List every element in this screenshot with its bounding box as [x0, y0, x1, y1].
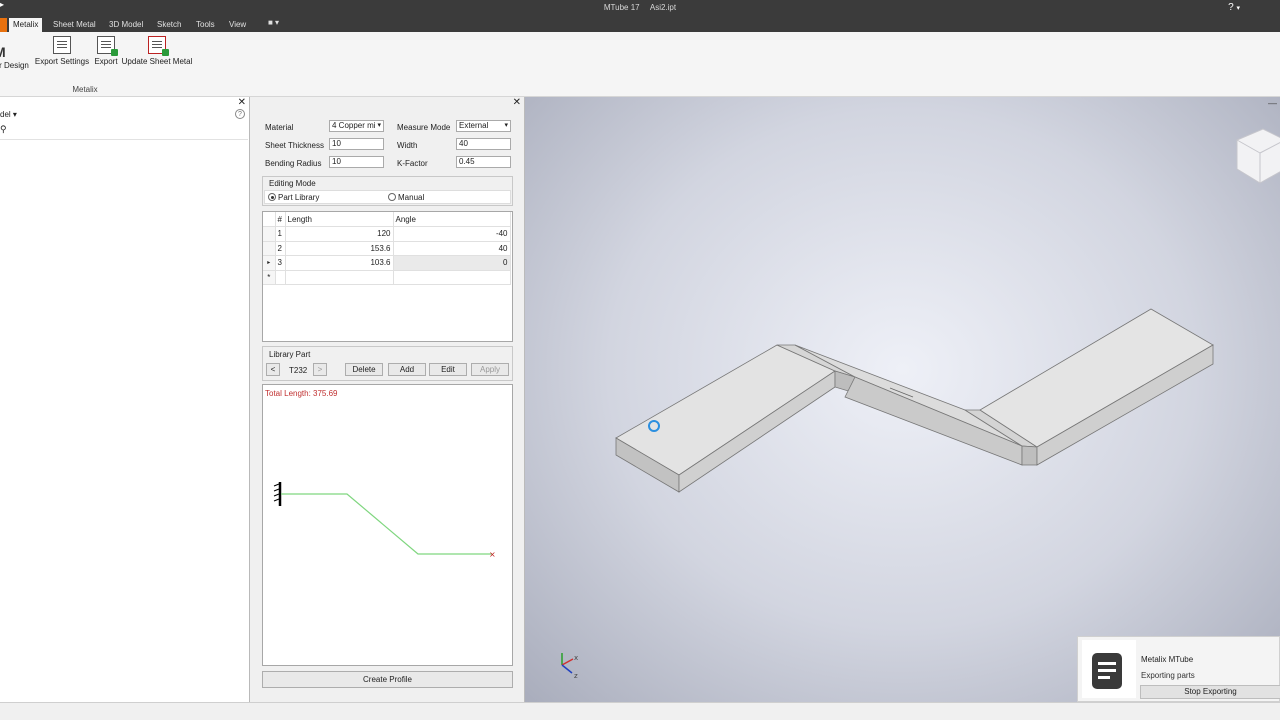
library-part-title: Library Part — [269, 350, 311, 359]
prev-part-button[interactable]: < — [266, 363, 280, 376]
update-sheet-metal-button[interactable]: Update Sheet Metal — [120, 36, 194, 66]
end-marker-icon: × — [489, 550, 496, 559]
table-row[interactable]: 2 153.6 40 — [263, 241, 511, 256]
bending-radius-label: Bending Radius — [265, 159, 322, 168]
create-profile-button[interactable]: Create Profile — [262, 671, 513, 688]
chevron-down-icon: ▾ — [377, 122, 381, 129]
material-select[interactable]: 4 Copper mi ▾ — [329, 120, 384, 132]
col-length-header: Length — [285, 212, 394, 227]
width-label: Width — [397, 141, 418, 150]
kfactor-label: K-Factor — [397, 159, 428, 168]
radio-part-library[interactable]: Part Library — [268, 193, 319, 202]
radio-empty-icon — [388, 193, 396, 201]
profile-preview: Total Length: 375.69 × — [262, 384, 513, 666]
new-row-icon: * — [263, 270, 276, 285]
editing-mode-group: Editing Mode Part Library Manual — [262, 176, 513, 206]
col-index-header: # — [275, 212, 286, 227]
axis-triad-icon: x z — [561, 653, 578, 680]
measure-mode-select[interactable]: External ▾ — [456, 120, 511, 132]
sheet-thickness-input[interactable]: 10 — [329, 138, 384, 150]
next-part-button[interactable]: > — [313, 363, 327, 376]
browser-header[interactable]: del ▾ — [0, 110, 17, 119]
fixed-end-icon — [273, 482, 282, 506]
ribbon-tabs: Metalix Sheet Metal 3D Model Sketch Tool… — [0, 17, 1280, 32]
tab-metalix[interactable]: Metalix — [9, 18, 43, 32]
delete-button[interactable]: Delete — [345, 363, 383, 376]
help-circle-icon[interactable]: ? — [235, 109, 245, 119]
angle-cell[interactable]: 0 — [393, 255, 511, 271]
tab-sheet-metal[interactable]: Sheet Metal — [49, 18, 100, 32]
tab-sketch[interactable]: Sketch — [153, 18, 185, 32]
camera-icon[interactable]: ■ ▾ — [268, 18, 279, 27]
length-cell[interactable]: 103.6 — [285, 255, 394, 271]
export-button[interactable]: Export — [92, 36, 120, 66]
update-sheet-metal-icon — [148, 36, 169, 56]
export-settings-icon — [53, 36, 71, 54]
editing-mode-title: Editing Mode — [269, 179, 316, 188]
close-icon[interactable]: ✕ — [238, 97, 246, 108]
design-button[interactable]: M r Design — [0, 36, 32, 70]
col-angle-header: Angle — [393, 212, 511, 227]
help-icon[interactable]: ? ▾ — [1228, 2, 1240, 13]
file-name: Asi2.ipt — [649, 3, 677, 12]
width-input[interactable]: 40 — [456, 138, 511, 150]
ribbon-panel: M r Design Export Settings Export Update… — [0, 32, 1280, 97]
notification-message: Exporting parts — [1141, 671, 1195, 680]
edit-button[interactable]: Edit — [429, 363, 467, 376]
close-icon[interactable]: ✕ — [513, 97, 521, 108]
profile-line — [281, 493, 492, 555]
add-button[interactable]: Add — [388, 363, 426, 376]
svg-text:x: x — [574, 654, 578, 662]
notification-title: Metalix MTube — [1141, 655, 1194, 664]
export-notification: Metalix MTube Exporting parts Stop Expor… — [1077, 636, 1280, 702]
search-icon[interactable]: ⚲ — [0, 124, 7, 135]
view-cube-icon[interactable] — [1236, 128, 1280, 184]
part-code: T232 — [289, 366, 308, 375]
tab-view[interactable]: View — [225, 18, 250, 32]
chevron-down-icon: ▾ — [504, 122, 508, 129]
segment-grid: # Length Angle 1 120 -40 2 153.6 40 ▸ 3 … — [262, 211, 513, 342]
table-row[interactable]: 1 120 -40 — [263, 226, 511, 242]
file-menu-button[interactable] — [0, 18, 7, 32]
kfactor-input[interactable]: 0.45 — [456, 156, 511, 168]
title-bar: ▸ MTube 17 Asi2.ipt ? ▾ — [0, 0, 1280, 17]
metalix-panel: ✕ Material 4 Copper mi ▾ Measure Mode Ext… — [251, 97, 525, 702]
ribbon-group-label: Metalix — [72, 85, 98, 94]
radio-selected-icon — [268, 193, 276, 201]
angle-cell[interactable]: 40 — [393, 241, 511, 256]
profile-sketch: × — [273, 482, 496, 559]
measure-mode-label: Measure Mode — [397, 123, 451, 132]
current-row-arrow-icon: ▸ — [263, 255, 276, 271]
tab-tools[interactable]: Tools — [192, 18, 219, 32]
library-part-group: Library Part < T232 > Delete Add Edit Ap… — [262, 346, 513, 381]
stop-exporting-button[interactable]: Stop Exporting — [1140, 685, 1280, 699]
length-cell[interactable]: 120 — [285, 226, 394, 242]
new-row[interactable]: * — [263, 270, 511, 285]
export-settings-button[interactable]: Export Settings — [33, 36, 91, 66]
angle-cell[interactable]: -40 — [393, 226, 511, 242]
radio-manual[interactable]: Manual — [388, 193, 424, 202]
app-name: MTube 17 — [603, 3, 640, 12]
tube-model: x z — [561, 128, 1280, 680]
window-title: MTube 17 Asi2.ipt — [0, 3, 1280, 12]
status-bar — [0, 702, 1280, 720]
divider — [0, 139, 248, 140]
m-logo-icon: M — [0, 44, 6, 60]
grid-header-row: # Length Angle — [263, 212, 511, 227]
bending-radius-input[interactable]: 10 — [329, 156, 384, 168]
apply-button[interactable]: Apply — [471, 363, 509, 376]
material-label: Material — [265, 123, 294, 132]
length-cell[interactable]: 153.6 — [285, 241, 394, 256]
export-icon — [97, 36, 118, 56]
tab-3d-model[interactable]: 3D Model — [105, 18, 147, 32]
model-browser-panel: ✕ del ▾ ? ⚲ — [0, 97, 250, 702]
svg-text:z: z — [574, 672, 578, 680]
sheet-thickness-label: Sheet Thickness — [265, 141, 324, 150]
3d-viewport[interactable]: — x z — [525, 97, 1280, 702]
notification-icon — [1082, 640, 1136, 698]
table-row[interactable]: ▸ 3 103.6 0 — [263, 255, 511, 271]
